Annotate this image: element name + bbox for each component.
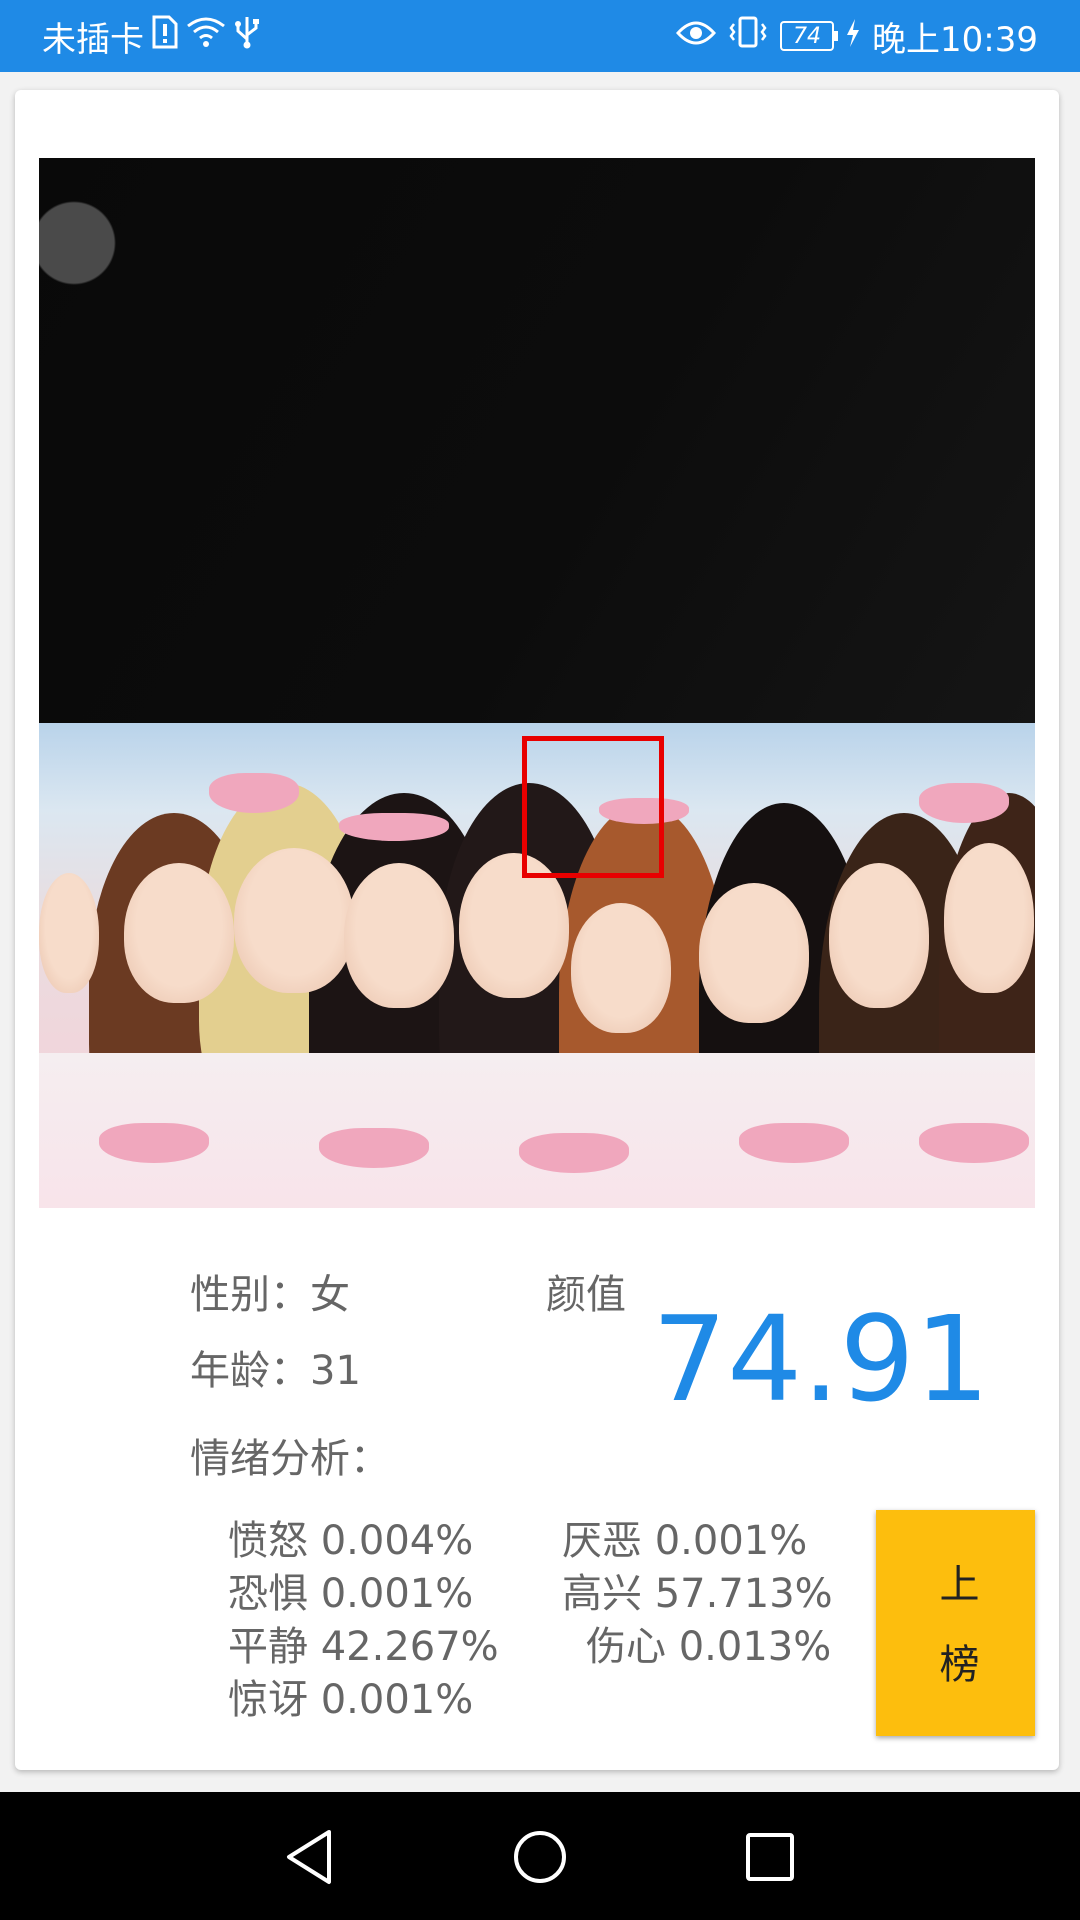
beauty-score: 74.91 bbox=[652, 1290, 990, 1428]
status-left: 未插卡 bbox=[42, 0, 260, 72]
sim-alert-icon bbox=[152, 15, 178, 58]
usb-icon bbox=[234, 15, 260, 58]
emotion-happy: 高兴 57.713% bbox=[562, 1571, 833, 1617]
emotion-disgust: 厌恶 0.001% bbox=[562, 1518, 808, 1564]
emotion-sad: 伤心 0.013% bbox=[586, 1624, 832, 1670]
vibrate-icon bbox=[728, 16, 768, 57]
photo-dark-area bbox=[39, 158, 1035, 728]
carrier-text: 未插卡 bbox=[42, 19, 144, 60]
gender-row: 性别：女 bbox=[190, 1262, 350, 1320]
recents-icon bbox=[746, 1833, 794, 1881]
gender-label: 性别： bbox=[190, 1272, 310, 1318]
face-detection-box bbox=[522, 736, 664, 878]
rank-button-label: 上榜 bbox=[933, 1563, 978, 1723]
back-button[interactable] bbox=[275, 1822, 345, 1892]
home-button[interactable] bbox=[505, 1822, 575, 1892]
age-label: 年龄： bbox=[190, 1348, 310, 1394]
beauty-label: 颜值 bbox=[546, 1272, 626, 1318]
emotion-fear: 恐惧 0.001% bbox=[228, 1571, 474, 1617]
wifi-icon bbox=[186, 16, 226, 57]
emotion-calm: 平静 42.267% bbox=[228, 1624, 499, 1670]
age-row: 年龄：31 bbox=[190, 1338, 361, 1396]
analyzed-photo bbox=[39, 158, 1035, 1208]
rank-button[interactable]: 上榜 bbox=[876, 1510, 1035, 1736]
status-bar: 未插卡 74 晚上10:39 bbox=[0, 0, 1080, 72]
emotion-label: 情绪分析： bbox=[190, 1436, 390, 1482]
gender-value: 女 bbox=[310, 1272, 350, 1318]
recents-button[interactable] bbox=[735, 1822, 805, 1892]
back-icon bbox=[287, 1830, 331, 1884]
navigation-bar bbox=[0, 1792, 1080, 1920]
emotion-surprise: 惊讶 0.001% bbox=[228, 1677, 474, 1723]
status-right: 74 晚上10:39 bbox=[675, 0, 1038, 72]
emotion-anger: 愤怒 0.004% bbox=[228, 1518, 474, 1564]
eye-icon bbox=[675, 16, 717, 56]
age-value: 31 bbox=[310, 1348, 361, 1394]
clock-text: 晚上10:39 bbox=[872, 19, 1038, 60]
battery-icon: 74 bbox=[780, 21, 839, 51]
charging-icon bbox=[846, 16, 860, 56]
home-icon bbox=[514, 1831, 566, 1883]
